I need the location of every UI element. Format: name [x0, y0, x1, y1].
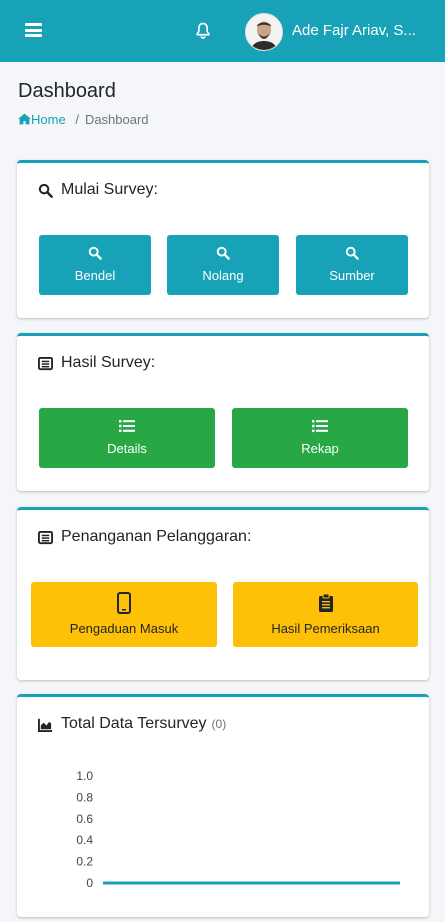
rekap-label: Rekap: [301, 441, 339, 456]
mobile-icon: [117, 592, 131, 614]
hasil-pemeriksaan-button[interactable]: Hasil Pemeriksaan: [233, 582, 418, 647]
nolang-button[interactable]: Nolang: [167, 235, 279, 295]
breadcrumb-home-label: Home: [31, 112, 66, 127]
rekap-button[interactable]: Rekap: [232, 408, 408, 468]
hasil-survey-card: Hasil Survey: Details Rekap: [17, 333, 429, 491]
nolang-label: Nolang: [202, 268, 244, 283]
search-icon: [216, 246, 230, 260]
y-tick-label: 0.4: [76, 833, 93, 847]
search-icon: [88, 246, 102, 260]
y-tick-label: 0.6: [76, 812, 93, 826]
pengaduan-masuk-button[interactable]: Pengaduan Masuk: [31, 582, 217, 647]
search-icon: [38, 183, 53, 198]
sumber-button[interactable]: Sumber: [296, 235, 408, 295]
breadcrumb-current: Dashboard: [84, 112, 149, 127]
mulai-survey-label: Mulai Survey:: [61, 181, 158, 198]
breadcrumb-home[interactable]: Home: [18, 112, 69, 127]
breadcrumb-separator: /: [75, 112, 79, 127]
chart-svg: 1.0 0.8 0.6 0.4 0.2 0: [76, 769, 400, 890]
bendel-button[interactable]: Bendel: [39, 235, 151, 295]
total-data-chart: 1.0 0.8 0.6 0.4 0.2 0: [17, 697, 429, 917]
sumber-label: Sumber: [329, 268, 375, 283]
penanganan-label: Penanganan Pelanggaran:: [61, 528, 252, 545]
bendel-label: Bendel: [74, 268, 116, 283]
user-name[interactable]: Ade Fajr Ariav, S...: [292, 22, 432, 39]
breadcrumb: Home / Dashboard: [18, 112, 149, 127]
top-navbar: Ade Fajr Ariav, S...: [0, 0, 445, 62]
avatar[interactable]: [245, 13, 283, 51]
list-icon: [312, 420, 328, 433]
details-button[interactable]: Details: [39, 408, 215, 468]
list-icon: [119, 420, 135, 433]
hasil-survey-label: Hasil Survey:: [61, 354, 156, 371]
bell-icon[interactable]: [193, 21, 213, 41]
list-alt-icon: [38, 356, 53, 370]
mulai-survey-card: Mulai Survey: Bendel Nolang Sumber: [17, 160, 429, 318]
hasil-survey-title: Hasil Survey:: [38, 354, 155, 372]
list-alt-icon: [38, 530, 53, 544]
penanganan-title: Penanganan Pelanggaran:: [38, 528, 251, 546]
hasil-pemeriksaan-label: Hasil Pemeriksaan: [271, 621, 380, 636]
home-icon: [18, 113, 31, 125]
pengaduan-masuk-label: Pengaduan Masuk: [69, 621, 179, 636]
y-tick-label: 1.0: [76, 769, 93, 783]
y-tick-label: 0.8: [76, 790, 93, 804]
clipboard-icon: [318, 593, 333, 612]
user-photo-icon: [246, 14, 282, 50]
mulai-survey-title: Mulai Survey:: [38, 181, 158, 199]
search-icon: [345, 246, 359, 260]
penanganan-card: Penanganan Pelanggaran: Pengaduan Masuk …: [17, 507, 429, 680]
y-tick-label: 0: [86, 876, 93, 890]
details-label: Details: [107, 441, 147, 456]
page-title: Dashboard: [18, 80, 116, 102]
menu-icon[interactable]: [25, 23, 42, 37]
total-data-card: Total Data Tersurvey (0) 1.0 0.8 0.6 0.4 0.2…: [17, 694, 429, 917]
y-tick-label: 0.2: [76, 855, 93, 869]
